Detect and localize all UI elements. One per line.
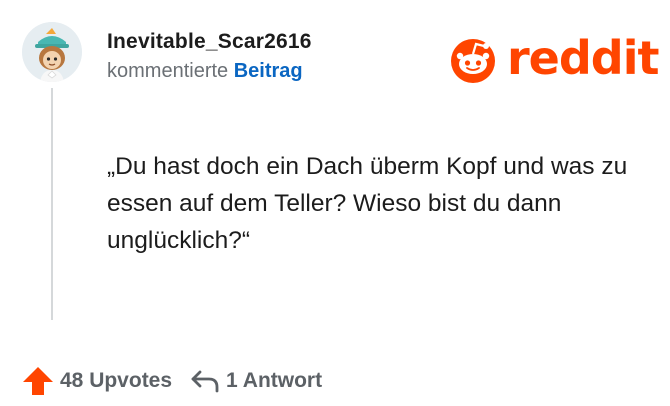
upvote-count: 48 Upvotes (60, 369, 173, 392)
post-link[interactable]: Beitrag (234, 60, 303, 82)
reddit-wordmark: reddit (507, 31, 659, 85)
comment-meta: kommentierte Beitrag (107, 60, 312, 83)
comment-body: „Du hast doch ein Dach überm Kopf und wa… (107, 153, 628, 254)
upvote-button[interactable]: 48 Upvotes (22, 366, 172, 396)
reply-arrow-icon (191, 370, 219, 393)
reddit-logo-icon (451, 39, 495, 83)
upvote-arrow-icon (23, 367, 53, 395)
avatar[interactable] (22, 22, 82, 82)
reply-button[interactable]: 1 Antwort (190, 369, 322, 393)
username[interactable]: Inevitable_Scar2616 (107, 30, 312, 54)
comment-actions: 48 Upvotes 1 Antwort (22, 366, 322, 396)
action-text: kommentierte (107, 60, 229, 82)
thread-line (51, 88, 53, 320)
reply-count: 1 Antwort (226, 369, 323, 392)
avatar-illustration-icon (22, 22, 82, 82)
reddit-logo: reddit (447, 30, 659, 86)
comment-header: Inevitable_Scar2616 kommentierte Beitrag (107, 30, 312, 83)
